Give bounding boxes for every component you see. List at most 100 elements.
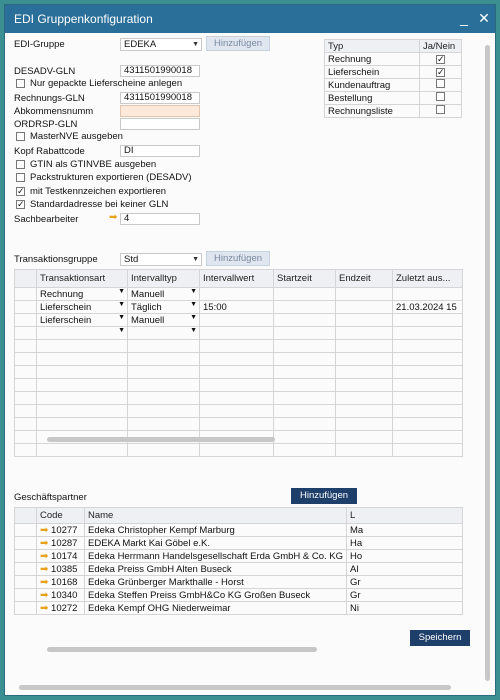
rechnungs-gln-field[interactable]: 4311501990018	[120, 92, 200, 104]
table-row[interactable]: ➡ 10174 Edeka Herrmann Handelsgesellschaf…	[14, 549, 463, 563]
hinzufuegen-partner-button[interactable]: Hinzufügen	[291, 488, 357, 504]
typ-checkbox[interactable]	[436, 79, 445, 88]
typ-checkbox[interactable]	[436, 92, 445, 101]
empty-row	[14, 391, 463, 405]
transaktionsgruppe-select[interactable]: Std ▼	[120, 253, 202, 266]
code-cell: 10272	[51, 602, 78, 614]
minimize-icon[interactable]: _	[455, 9, 473, 27]
intervalltyp-cell[interactable]: ▼	[127, 326, 200, 340]
transaktionsart-cell[interactable]: Rechnung ▼	[36, 287, 128, 301]
standardadresse-checkbox[interactable]: ✓	[16, 200, 25, 209]
intervallwert-cell[interactable]: 15:00	[199, 300, 274, 314]
link-arrow-icon[interactable]: ➡	[40, 525, 48, 536]
row-header-blank	[14, 269, 37, 288]
col-header: L	[346, 507, 463, 524]
table-row[interactable]: ▼ ▼	[14, 326, 463, 340]
intervalltyp-cell[interactable]: Manuell ▼	[127, 287, 200, 301]
link-arrow-icon[interactable]: ➡	[40, 590, 48, 601]
table-row[interactable]: Rechnung ▼ Manuell ▼	[14, 287, 463, 301]
table-row[interactable]: ➡ 10272 Edeka Kempf OHG Niederweimar Ni	[14, 601, 463, 615]
kopf-rabattcode-label: Kopf Rabattcode	[14, 146, 85, 157]
table-row[interactable]: Kundenauftrag	[324, 78, 462, 92]
code-cell: 10340	[51, 589, 78, 601]
table-row[interactable]: ➡ 10168 Edeka Grünberger Markthalle - Hor…	[14, 575, 463, 589]
table-row[interactable]: ➡ 10385 Edeka Preiss GmbH Alten Buseck Al	[14, 562, 463, 576]
close-icon[interactable]: ✕	[475, 9, 493, 27]
table-row[interactable]: ➡ 10287 EDEKA Markt Kai Göbel e.K. Ha	[14, 536, 463, 550]
endzeit-cell[interactable]	[335, 287, 393, 301]
startzeit-cell[interactable]	[273, 313, 336, 327]
intervallwert-cell[interactable]	[199, 287, 274, 301]
zuletzt-cell	[392, 287, 463, 301]
typ-checkbox[interactable]: ✓	[436, 67, 445, 77]
window-vertical-scrollbar[interactable]	[485, 45, 490, 681]
endzeit-cell[interactable]	[335, 326, 393, 340]
edi-config-window: EDI Gruppenkonfiguration _ ✕ EDI-Gruppe …	[4, 4, 496, 696]
zuletzt-cell: 21.03.2024 15	[392, 300, 463, 314]
startzeit-cell[interactable]	[273, 300, 336, 314]
zuletzt-cell	[392, 313, 463, 327]
edi-gruppe-label: EDI-Gruppe	[14, 39, 65, 50]
intervalltyp-cell[interactable]: Manuell ▼	[127, 313, 200, 327]
ordrsp-label: ORDRSP-GLN	[14, 119, 78, 130]
l-cell: Gr	[346, 588, 463, 602]
col-header: Intervalltyp	[127, 269, 200, 288]
table-row[interactable]: Rechnungsliste	[324, 104, 462, 118]
empty-row	[14, 443, 463, 457]
window-horizontal-scrollbar[interactable]	[19, 685, 451, 690]
link-arrow-icon[interactable]: ➡	[40, 577, 48, 588]
transaktionsart-cell[interactable]: Lieferschein ▼	[36, 300, 128, 314]
startzeit-cell[interactable]	[273, 326, 336, 340]
abkommen-label: Abkommensnumm	[14, 106, 94, 117]
name-cell: Edeka Grünberger Markthalle - Horst	[84, 575, 347, 589]
transaktionsart-cell[interactable]: Lieferschein ▼	[36, 313, 128, 327]
gtin-checkbox[interactable]	[16, 160, 25, 169]
rechnungs-gln-label: Rechnungs-GLN	[14, 93, 85, 104]
typ-cell: Rechnung	[324, 52, 420, 66]
typ-checkbox[interactable]: ✓	[436, 54, 445, 64]
table-row[interactable]: ➡ 10340 Edeka Steffen Preiss GmbH&Co KG G…	[14, 588, 463, 602]
table-row[interactable]: Lieferschein ✓	[324, 65, 462, 79]
speichern-button[interactable]: Speichern	[410, 630, 470, 646]
col-header: Intervallwert	[199, 269, 274, 288]
ordrsp-field[interactable]	[120, 118, 200, 130]
partner-horizontal-scrollbar[interactable]	[47, 647, 317, 652]
nur-gepackte-checkbox[interactable]	[16, 79, 25, 88]
packstrukturen-checkbox[interactable]	[16, 173, 25, 182]
link-arrow-icon[interactable]: ➡	[40, 538, 48, 549]
typ-checkbox[interactable]	[436, 105, 445, 114]
intervalltyp-cell[interactable]: Täglich ▼	[127, 300, 200, 314]
endzeit-cell[interactable]	[335, 313, 393, 327]
masternve-checkbox[interactable]	[16, 132, 25, 141]
intervallwert-cell[interactable]	[199, 313, 274, 327]
edi-gruppe-select[interactable]: EDEKA ▼	[120, 38, 202, 51]
link-arrow-icon[interactable]: ➡	[109, 212, 117, 223]
sachbearbeiter-field[interactable]: 4	[120, 213, 200, 225]
name-cell: Edeka Herrmann Handelsgesellschaft Erda …	[84, 549, 347, 563]
testkennzeichen-checkbox[interactable]: ✓	[16, 187, 25, 196]
link-arrow-icon[interactable]: ➡	[40, 551, 48, 562]
code-cell: 10385	[51, 563, 78, 575]
abkommen-field[interactable]	[120, 105, 200, 117]
typ-cell: Bestellung	[324, 91, 420, 105]
hinzufuegen-transaktion-button[interactable]: Hinzufügen	[206, 251, 270, 266]
table-row[interactable]: Bestellung	[324, 91, 462, 105]
col-header: Name	[84, 507, 347, 524]
table-row[interactable]: Rechnung ✓	[324, 52, 462, 66]
name-cell: Edeka Kempf OHG Niederweimar	[84, 601, 347, 615]
transaktionsart-cell[interactable]: ▼	[36, 326, 128, 340]
link-arrow-icon[interactable]: ➡	[40, 564, 48, 575]
typ-cell: Lieferschein	[324, 65, 420, 79]
intervallwert-cell[interactable]	[199, 326, 274, 340]
empty-row	[14, 365, 463, 379]
table-row[interactable]: Lieferschein ▼ Täglich ▼ 15:00 21.03.2024 …	[14, 300, 463, 314]
startzeit-cell[interactable]	[273, 287, 336, 301]
endzeit-cell[interactable]	[335, 300, 393, 314]
link-arrow-icon[interactable]: ➡	[40, 603, 48, 614]
kopf-rabattcode-field[interactable]: DI	[120, 145, 200, 157]
table-row[interactable]: ➡ 10277 Edeka Christopher Kempf Marburg Ma	[14, 523, 463, 537]
transaktion-horizontal-scrollbar[interactable]	[47, 437, 275, 442]
hinzufuegen-gruppe-button[interactable]: Hinzufügen	[206, 36, 270, 51]
table-row[interactable]: Lieferschein ▼ Manuell ▼	[14, 313, 463, 327]
desadv-field[interactable]: 4311501990018	[120, 65, 200, 77]
